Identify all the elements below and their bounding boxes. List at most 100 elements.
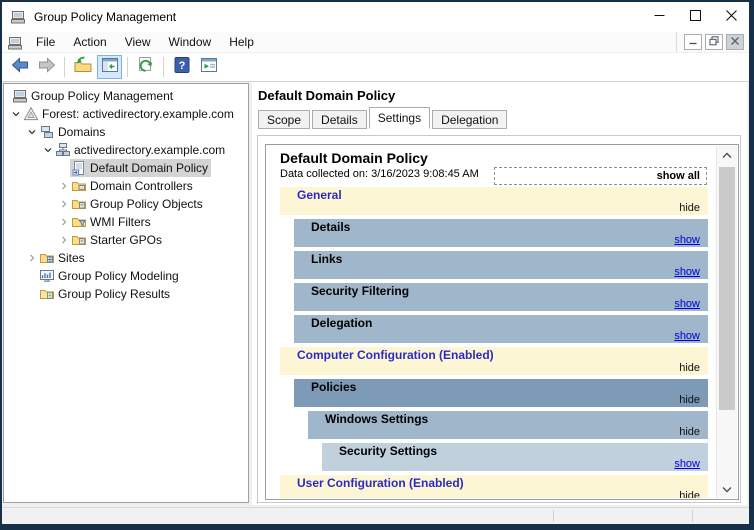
- tree-item-cell[interactable]: Starter GPOs: [70, 231, 165, 249]
- folder-gpo-icon: [71, 196, 87, 212]
- back-button[interactable]: [7, 55, 32, 79]
- domain-icon: [55, 142, 71, 158]
- tree-item-domains[interactable]: Domains: [4, 123, 248, 141]
- child-close-button[interactable]: [726, 34, 744, 50]
- chevron-right-icon[interactable]: [58, 180, 70, 192]
- windows-settings-hide-link[interactable]: hide: [679, 426, 700, 438]
- report-scrollbar[interactable]: [716, 146, 737, 498]
- console-tree-pane: Group Policy Management Forest: activedir…: [3, 83, 249, 503]
- general-hide-link[interactable]: hide: [679, 202, 700, 214]
- section-title[interactable]: Security Filtering: [294, 283, 708, 298]
- help-icon: ?: [172, 55, 192, 80]
- tree-item-label: Default Domain Policy: [90, 161, 209, 175]
- tree-item-domain-controllers[interactable]: Domain Controllers: [4, 177, 248, 195]
- tree-item-cell[interactable]: Domain Controllers: [70, 177, 196, 195]
- refresh-button[interactable]: [133, 55, 158, 79]
- console-tree-toggle-button[interactable]: [97, 55, 122, 79]
- help-button[interactable]: ?: [169, 55, 194, 79]
- tree-item-group-policy-objects[interactable]: Group Policy Objects: [4, 195, 248, 213]
- chevron-down-icon[interactable]: [10, 108, 22, 120]
- tree-item-cell[interactable]: Group Policy Management: [11, 87, 176, 105]
- title-bar: Group Policy Management: [2, 2, 749, 32]
- tree-item-default-domain-policy[interactable]: Default Domain Policy: [4, 159, 248, 177]
- action-pane-toggle-button[interactable]: [196, 55, 221, 79]
- tree-item-group-policy-modeling[interactable]: Group Policy Modeling: [4, 267, 248, 285]
- tree-item-cell[interactable]: Forest: activedirectory.example.com: [22, 105, 237, 123]
- section-title[interactable]: Delegation: [294, 315, 708, 330]
- tree-item-activedirectory-example-com[interactable]: activedirectory.example.com: [4, 141, 248, 159]
- tree-item-cell[interactable]: Group Policy Results: [38, 285, 173, 303]
- tab-delegation[interactable]: Delegation: [432, 110, 508, 129]
- tab-scope[interactable]: Scope: [258, 110, 311, 129]
- up-one-level-button[interactable]: [70, 55, 95, 79]
- show-all-button[interactable]: show all: [494, 167, 707, 185]
- chevron-down-icon[interactable]: [42, 144, 54, 156]
- tab-settings[interactable]: Settings: [368, 107, 431, 129]
- section-action: hide: [294, 394, 708, 407]
- modeling-icon: [39, 268, 55, 284]
- user-configuration-enabled-hide-link[interactable]: hide: [679, 490, 700, 498]
- menu-action[interactable]: Action: [64, 33, 115, 51]
- security-settings-show-link[interactable]: show: [674, 458, 700, 470]
- folder-dc-icon: [71, 178, 87, 194]
- section-action: show: [294, 266, 708, 279]
- tree-item-cell[interactable]: Group Policy Modeling: [38, 267, 182, 285]
- tree-selected-item[interactable]: Default Domain Policy: [70, 159, 212, 177]
- section-title[interactable]: Links: [294, 251, 708, 266]
- delegation-show-link[interactable]: show: [674, 330, 700, 342]
- scroll-up-icon[interactable]: [717, 146, 737, 164]
- scroll-down-icon[interactable]: [717, 480, 737, 498]
- tree-item-cell[interactable]: WMI Filters: [70, 213, 154, 231]
- tree-item-label: Domain Controllers: [90, 179, 193, 193]
- section-title[interactable]: General: [280, 187, 708, 202]
- menu-file[interactable]: File: [27, 33, 64, 51]
- links-show-link[interactable]: show: [674, 266, 700, 278]
- security-filtering-show-link[interactable]: show: [674, 298, 700, 310]
- chevron-down-icon[interactable]: [26, 126, 38, 138]
- tree-item-label: Starter GPOs: [90, 233, 163, 247]
- menu-view[interactable]: View: [116, 33, 160, 51]
- status-bar-divider: [553, 510, 554, 522]
- scrollbar-thumb[interactable]: [719, 167, 735, 410]
- section-title[interactable]: Windows Settings: [308, 411, 708, 426]
- tree-item-starter-gpos[interactable]: Starter GPOs: [4, 231, 248, 249]
- tree-item-label: activedirectory.example.com: [74, 143, 226, 157]
- forward-button[interactable]: [34, 55, 59, 79]
- minimize-button[interactable]: [641, 2, 677, 32]
- child-restore-button[interactable]: [705, 34, 723, 50]
- tab-details[interactable]: Details: [312, 110, 367, 129]
- tree-item-sites[interactable]: Sites: [4, 249, 248, 267]
- tree-item-label: WMI Filters: [90, 215, 151, 229]
- tree-item-group-policy-results[interactable]: Group Policy Results: [4, 285, 248, 303]
- tree-item-label: Domains: [58, 125, 106, 139]
- section-title[interactable]: Policies: [294, 379, 708, 394]
- child-minimize-button[interactable]: [684, 34, 702, 50]
- chevron-right-icon[interactable]: [26, 252, 38, 264]
- tree-item-cell[interactable]: Sites: [38, 249, 88, 267]
- up-one-level-icon: [73, 55, 93, 80]
- gpmc-app-icon: [10, 9, 27, 26]
- computer-configuration-enabled-hide-link[interactable]: hide: [679, 362, 700, 374]
- minimize-icon: [688, 35, 698, 49]
- close-button[interactable]: [713, 2, 749, 32]
- console-tree-toggle-icon: [100, 55, 120, 80]
- tree-item-cell[interactable]: activedirectory.example.com: [54, 141, 228, 159]
- chevron-right-icon[interactable]: [58, 198, 70, 210]
- details-show-link[interactable]: show: [674, 234, 700, 246]
- tree-item-wmi-filters[interactable]: WMI Filters: [4, 213, 248, 231]
- section-title[interactable]: Security Settings: [322, 443, 708, 458]
- menu-help[interactable]: Help: [220, 33, 263, 51]
- section-title[interactable]: Details: [294, 219, 708, 234]
- chevron-right-icon[interactable]: [58, 234, 70, 246]
- maximize-button[interactable]: [677, 2, 713, 32]
- chevron-right-icon[interactable]: [58, 216, 70, 228]
- section-title[interactable]: User Configuration (Enabled): [280, 475, 708, 490]
- window-title: Group Policy Management: [34, 10, 177, 24]
- section-title[interactable]: Computer Configuration (Enabled): [280, 347, 708, 362]
- menu-window[interactable]: Window: [160, 33, 221, 51]
- tree-item-cell[interactable]: Domains: [38, 123, 108, 141]
- tree-item-group-policy-management[interactable]: Group Policy Management: [4, 87, 248, 105]
- tree-item-forest-activedirectory-example-com[interactable]: Forest: activedirectory.example.com: [4, 105, 248, 123]
- tree-item-cell[interactable]: Group Policy Objects: [70, 195, 206, 213]
- policies-hide-link[interactable]: hide: [679, 394, 700, 406]
